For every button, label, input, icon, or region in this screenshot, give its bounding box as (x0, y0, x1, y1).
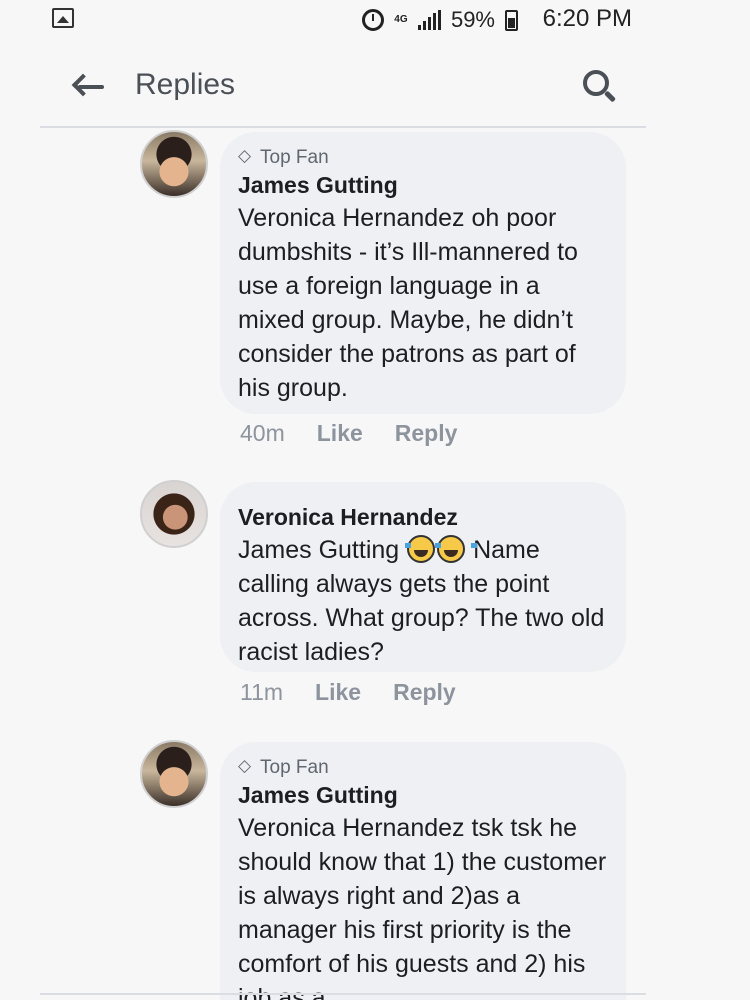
signal-icon (417, 10, 441, 30)
comment-time: 40m (240, 420, 285, 446)
reply-button[interactable]: Reply (393, 679, 456, 706)
diamond-icon (238, 146, 254, 166)
clock: 6:20 PM (542, 5, 632, 32)
status-bar: 4G 59% 6:20 PM (0, 0, 750, 42)
badge-label: Top Fan (260, 757, 329, 778)
comment-author[interactable]: James Gutting (238, 782, 608, 809)
like-button[interactable]: Like (315, 679, 361, 706)
comment-bubble: Veronica Hernandez James Gutting Name ca… (220, 482, 626, 672)
page-title: Replies (135, 68, 236, 101)
comment-bubble: Top Fan James Gutting Veronica Hernandez… (220, 132, 626, 414)
face-with-tears-of-joy-icon (435, 535, 478, 563)
like-button[interactable]: Like (317, 420, 363, 447)
search-icon[interactable] (583, 70, 619, 106)
comment-author[interactable]: Veronica Hernandez (238, 504, 608, 531)
comment-bubble: Top Fan James Gutting Veronica Hernandez… (220, 742, 626, 1000)
comment-actions: 40m Like Reply (240, 420, 457, 447)
comment-author[interactable]: James Gutting (238, 172, 608, 199)
top-fan-badge: Top Fan (238, 756, 608, 780)
alarm-icon (361, 9, 384, 31)
divider (40, 993, 646, 995)
comment-time: 11m (240, 679, 284, 705)
diamond-icon (238, 756, 254, 776)
battery-percent: 59% (450, 7, 495, 32)
app-header: Replies (40, 48, 646, 128)
comment-text: Veronica Hernandez oh poor dumbshits - i… (238, 204, 578, 402)
arrow-left-icon[interactable] (71, 72, 106, 102)
network-type-icon: 4G (394, 14, 408, 25)
avatar[interactable] (140, 740, 208, 808)
comment-text: James Gutting Name calling always gets t… (238, 533, 608, 669)
battery-icon (505, 9, 518, 31)
avatar[interactable] (140, 130, 208, 198)
replies-screen: 4G 59% 6:20 PM Replies Top Fan James Gu (0, 0, 750, 1000)
comment-actions: 11m Like Reply (240, 679, 456, 706)
face-with-tears-of-joy-icon (405, 535, 448, 563)
avatar[interactable] (140, 480, 208, 548)
status-icons: 4G 59% (361, 6, 518, 34)
mention-link[interactable]: James Gutting (238, 536, 399, 564)
comment-text: Veronica Hernandez tsk tsk he should kno… (238, 814, 607, 1000)
top-fan-badge: Top Fan (238, 146, 608, 170)
image-notification-icon (52, 8, 74, 28)
reply-button[interactable]: Reply (395, 420, 458, 447)
badge-label: Top Fan (260, 147, 329, 168)
